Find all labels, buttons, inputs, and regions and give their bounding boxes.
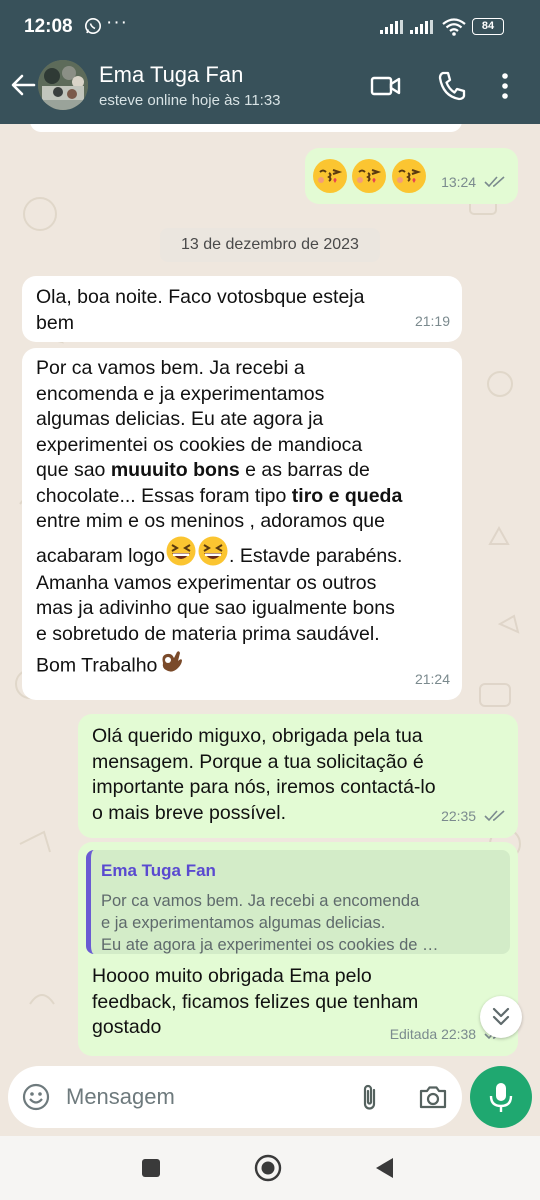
signal-icon	[380, 20, 404, 39]
wifi-icon	[442, 18, 466, 41]
face-blowing-kiss-emoji	[311, 157, 349, 203]
signal-icon	[410, 20, 434, 39]
microphone-icon	[489, 1083, 513, 1112]
back-arrow-icon[interactable]	[10, 72, 36, 103]
message-composer[interactable]: Mensagem	[8, 1066, 462, 1128]
recent-apps-icon[interactable]	[141, 1158, 161, 1183]
message-bubble-outgoing[interactable]: 13:24	[305, 148, 518, 204]
message-text: Ola, boa noite. Faco votosbque esteja be…	[36, 286, 365, 334]
system-navigation-bar	[0, 1136, 540, 1200]
status-bar: 12:08 ··· 84	[0, 0, 540, 52]
message-time: 22:38	[441, 1025, 477, 1042]
message-bubble-outgoing-reply[interactable]: Ema Tuga Fan Por ca vamos bem. Ja recebi…	[78, 842, 518, 1056]
back-nav-icon[interactable]	[374, 1157, 394, 1184]
face-blowing-kiss-emoji	[350, 157, 388, 203]
quoted-text: Por ca vamos bem. Ja recebi a encomenda …	[101, 891, 439, 954]
contact-last-seen: esteve online hoje às 11:33	[99, 92, 281, 109]
chat-header: Ema Tuga Fan esteve online hoje às 11:33	[0, 52, 540, 124]
more-options-icon[interactable]	[500, 70, 510, 107]
home-icon[interactable]	[254, 1154, 282, 1187]
read-receipt-icon	[484, 171, 506, 197]
message-bubble-incoming[interactable]: Ola, boa noite. Faco votosbque esteja be…	[22, 276, 462, 342]
avatar[interactable]	[38, 60, 88, 110]
message-time: 22:35	[441, 807, 477, 824]
message-input[interactable]: Mensagem	[66, 1084, 175, 1110]
emoji-group	[311, 157, 428, 203]
ok-hand-emoji	[157, 647, 185, 686]
camera-icon[interactable]	[418, 1084, 448, 1115]
message-list[interactable]: 13:24 13 de dezembro de 2023 Ola, boa no…	[0, 124, 540, 1064]
edited-label: Editada	[389, 1025, 438, 1042]
whatsapp-notification-icon	[84, 17, 102, 40]
message-text: Por ca vamos bem. Ja recebi a encomenda …	[36, 356, 448, 681]
quoted-author: Ema Tuga Fan	[101, 861, 216, 880]
more-notifications-icon: ···	[106, 12, 128, 33]
quoted-message[interactable]: Ema Tuga Fan Por ca vamos bem. Ja recebi…	[86, 850, 510, 954]
message-bubble-incoming[interactable]: Por ca vamos bem. Ja recebi a encomenda …	[22, 348, 462, 700]
voice-message-button[interactable]	[470, 1066, 532, 1128]
status-time: 12:08	[24, 16, 73, 37]
read-receipt-icon	[484, 805, 506, 831]
face-blowing-kiss-emoji	[390, 157, 428, 203]
message-time: 13:24	[441, 173, 477, 190]
battery-icon: 84	[472, 18, 504, 35]
message-bubble-partial[interactable]	[30, 124, 462, 132]
message-time: 21:24	[414, 670, 450, 687]
message-bubble-outgoing[interactable]: Olá querido miguxo, obrigada pela tua me…	[78, 714, 518, 838]
video-call-icon[interactable]	[370, 70, 402, 107]
attach-icon[interactable]	[358, 1082, 382, 1117]
contact-name[interactable]: Ema Tuga Fan	[99, 62, 243, 88]
message-time: 21:19	[414, 312, 450, 329]
double-chevron-down-icon	[492, 1007, 510, 1026]
date-separator: 13 de dezembro de 2023	[160, 228, 380, 262]
emoji-icon[interactable]	[22, 1083, 50, 1116]
message-meta: 22:35	[441, 804, 506, 830]
scroll-to-bottom-button[interactable]	[480, 996, 522, 1038]
message-meta: 13:24	[441, 170, 506, 196]
voice-call-icon[interactable]	[437, 70, 467, 107]
